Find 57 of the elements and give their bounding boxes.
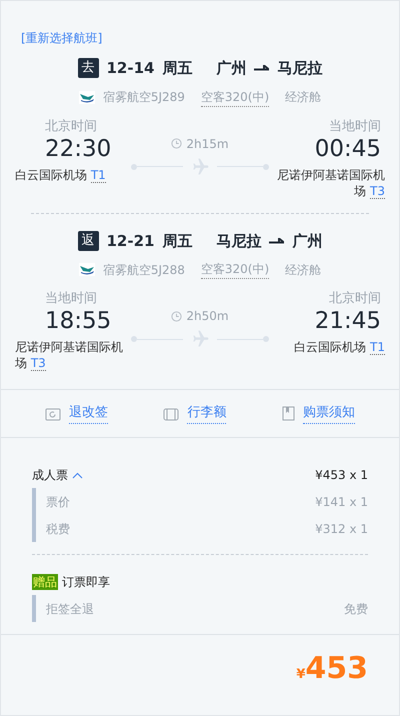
cabin-class: 经济舱 (285, 262, 322, 278)
calendar-refresh-icon (44, 406, 61, 420)
airport-name: 尼诺伊阿基诺国际机场 T3 (276, 166, 385, 198)
flight-duration: 2h50m (186, 308, 229, 325)
airport-name: 白云国际机场 T1 (294, 339, 385, 355)
flight-duration: 2h15m (186, 136, 229, 152)
flight-date: 12-14 (106, 58, 154, 79)
aircraft-type[interactable]: 空客320(中) (200, 88, 270, 106)
clock-icon (171, 310, 182, 322)
aircraft-type[interactable]: 空客320(中) (200, 260, 270, 279)
fee-price: ¥312 x 1 (315, 520, 368, 538)
book-icon (282, 406, 296, 421)
terminal-link[interactable]: T1 (370, 340, 385, 355)
terminal-link[interactable]: T3 (370, 184, 385, 198)
gift-badge: 赠品 (32, 574, 58, 590)
time-zone-label: 当地时间 (329, 118, 381, 134)
gift-item-price: 免费 (344, 600, 368, 618)
flight-time: 22:30 (45, 134, 112, 162)
airline-logo-icon (78, 90, 95, 104)
route-from: 广州 (216, 58, 246, 79)
chevron-up-icon[interactable] (72, 472, 83, 478)
gift-title: 订票即享 (62, 574, 110, 591)
airport-name: 白云国际机场 T1 (15, 166, 106, 182)
gift-item-label: 拒签全退 (46, 600, 94, 618)
info-link[interactable]: 行李额 (187, 403, 226, 424)
route-to: 广州 (292, 230, 322, 252)
airline-logo-icon (78, 263, 95, 276)
time-zone-label: 北京时间 (45, 118, 97, 134)
time-zone-label: 北京时间 (329, 291, 381, 307)
flight-time: 18:55 (45, 307, 112, 335)
ticket-price: ¥453 x 1 (315, 467, 368, 484)
terminal-link[interactable]: T1 (90, 168, 106, 182)
reselect-flight-link[interactable]: [重新选择航班] (21, 31, 102, 45)
airport-name: 尼诺伊阿基诺国际机场 T3 (15, 339, 124, 371)
fee-label: 票价 (46, 494, 70, 510)
ticket-type-label: 成人票 (32, 467, 68, 484)
info-link[interactable]: 购票须知 (303, 403, 356, 424)
trip-badge: 返 (78, 230, 98, 251)
flight-date: 12-21 (106, 230, 154, 252)
total-price: ¥453 (296, 653, 368, 688)
flight-time: 21:45 (314, 307, 381, 335)
flight-time: 00:45 (314, 134, 381, 162)
info-link[interactable]: 退改签 (68, 403, 108, 424)
fee-label: 税费 (46, 520, 70, 538)
suitcase-icon (163, 406, 180, 420)
time-zone-label: 当地时间 (45, 291, 97, 307)
weekday: 周五 (162, 230, 192, 252)
cabin-class: 经济舱 (285, 89, 322, 106)
route-to: 马尼拉 (277, 58, 322, 79)
terminal-link[interactable]: T3 (30, 356, 46, 371)
route-from: 马尼拉 (216, 230, 262, 252)
airline-flight-number: 宿雾航空5J289 (102, 89, 185, 106)
clock-icon (171, 138, 182, 149)
trip-badge: 去 (78, 58, 98, 78)
weekday: 周五 (162, 58, 192, 79)
airline-flight-number: 宿雾航空5J288 (102, 262, 185, 278)
fee-price: ¥141 x 1 (315, 494, 368, 510)
